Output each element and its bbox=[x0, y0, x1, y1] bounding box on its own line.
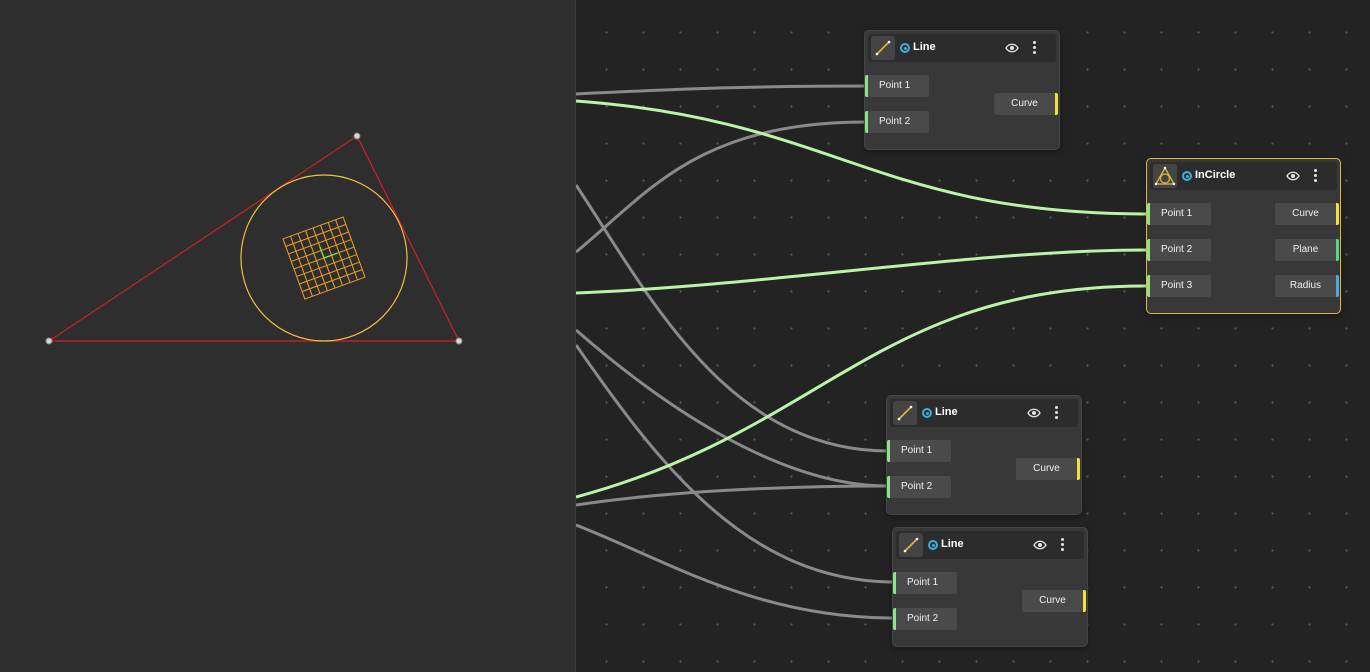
more-menu-icon[interactable] bbox=[1051, 404, 1061, 422]
input-port[interactable]: Point 2 bbox=[865, 111, 929, 133]
more-menu-icon[interactable] bbox=[1057, 536, 1067, 554]
output-port[interactable]: Plane bbox=[1275, 239, 1339, 261]
node-graph-canvas[interactable]: Line Point 1 Point 2 Curve InCircle Poin… bbox=[576, 0, 1370, 672]
input-port[interactable]: Point 1 bbox=[887, 440, 951, 462]
input-port[interactable]: Point 2 bbox=[887, 476, 951, 498]
viewport-scene[interactable] bbox=[0, 0, 575, 672]
wire bbox=[576, 84, 867, 96]
input-port[interactable]: Point 2 bbox=[1147, 239, 1211, 261]
node-header[interactable]: Line bbox=[868, 34, 1056, 62]
plane-grid bbox=[282, 216, 366, 300]
output-port[interactable]: Curve bbox=[1022, 590, 1086, 612]
output-port[interactable]: Curve bbox=[1016, 458, 1080, 480]
node-title: Line bbox=[941, 538, 964, 550]
visibility-dot-icon[interactable] bbox=[928, 540, 938, 550]
incircle-icon bbox=[1153, 164, 1177, 188]
wire bbox=[576, 120, 867, 254]
line-node[interactable]: Line Point 1 Point 2 Curve bbox=[886, 395, 1082, 515]
triangle-point[interactable] bbox=[353, 132, 361, 140]
input-port[interactable]: Point 2 bbox=[893, 608, 957, 630]
viewport-panel[interactable] bbox=[0, 0, 576, 672]
wire bbox=[576, 523, 895, 620]
output-port[interactable]: Curve bbox=[1275, 203, 1339, 225]
line-icon bbox=[893, 401, 917, 425]
node-title: InCircle bbox=[1195, 169, 1236, 181]
visibility-dot-icon[interactable] bbox=[922, 408, 932, 418]
triangle-point[interactable] bbox=[455, 337, 463, 345]
node-header[interactable]: Line bbox=[896, 531, 1084, 559]
line-node[interactable]: Line Point 1 Point 2 Curve bbox=[892, 527, 1088, 647]
output-port[interactable]: Radius bbox=[1275, 275, 1339, 297]
wire-active bbox=[576, 99, 1148, 216]
input-port[interactable]: Point 1 bbox=[865, 75, 929, 97]
node-header[interactable]: InCircle bbox=[1150, 162, 1337, 190]
eye-icon[interactable] bbox=[1032, 537, 1048, 553]
node-title: Line bbox=[935, 406, 958, 418]
triangle-shape bbox=[47, 135, 460, 342]
node-header[interactable]: Line bbox=[890, 399, 1078, 427]
line-icon bbox=[899, 533, 923, 557]
more-menu-icon[interactable] bbox=[1029, 39, 1039, 57]
eye-icon[interactable] bbox=[1026, 405, 1042, 421]
input-port[interactable]: Point 1 bbox=[893, 572, 957, 594]
more-menu-icon[interactable] bbox=[1310, 167, 1320, 185]
visibility-dot-icon[interactable] bbox=[900, 43, 910, 53]
line-node[interactable]: Line Point 1 Point 2 Curve bbox=[864, 30, 1060, 150]
input-port[interactable]: Point 3 bbox=[1147, 275, 1211, 297]
visibility-dot-icon[interactable] bbox=[1182, 171, 1192, 181]
output-port[interactable]: Curve bbox=[994, 93, 1058, 115]
wire-active bbox=[576, 248, 1148, 295]
incircle-node[interactable]: InCircle Point 1 Point 2 Point 3 Curve P… bbox=[1146, 158, 1341, 314]
eye-icon[interactable] bbox=[1004, 40, 1020, 56]
triangle-point[interactable] bbox=[45, 337, 53, 345]
wire bbox=[576, 484, 889, 507]
node-title: Line bbox=[913, 41, 936, 53]
eye-icon[interactable] bbox=[1285, 168, 1301, 184]
line-icon bbox=[871, 36, 895, 60]
input-port[interactable]: Point 1 bbox=[1147, 203, 1211, 225]
